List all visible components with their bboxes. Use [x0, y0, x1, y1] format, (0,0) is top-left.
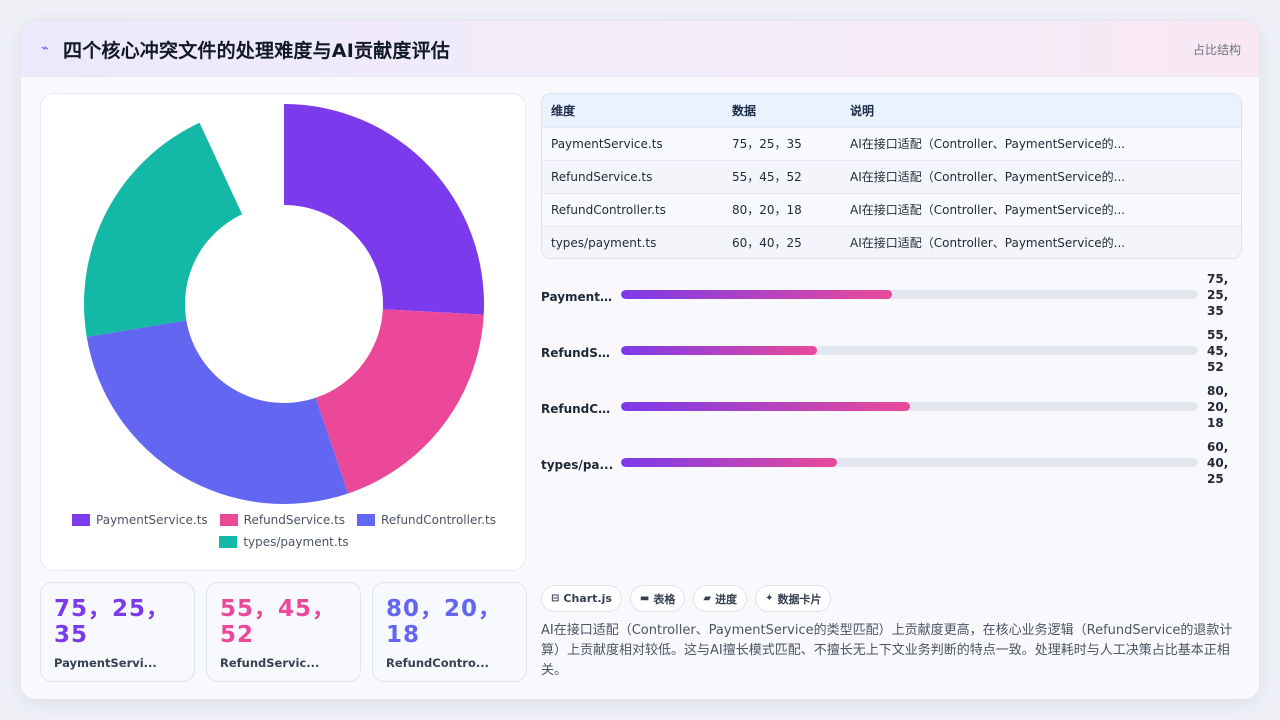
chart-type-badge: 占比结构	[1192, 43, 1241, 57]
bar-track	[621, 290, 1198, 299]
progress-icon: ▰	[703, 593, 712, 604]
table-row: types/payment.ts 60，40，25 AI在接口适配（Controll…	[542, 226, 1241, 258]
bar-fill	[621, 458, 838, 467]
stat-card: 75，25，35 PaymentServi...	[40, 582, 195, 682]
bar-fill	[621, 402, 910, 411]
bar-label: PaymentS...	[541, 290, 615, 304]
pie-slice-2[interactable]	[86, 320, 349, 504]
tag-label: 数据卡片	[777, 592, 822, 606]
sparkle-icon: ✦	[765, 593, 774, 604]
pie-slice-0[interactable]	[284, 104, 485, 315]
bar-value-label: 80, 20, 18	[1207, 384, 1229, 430]
table-row: RefundService.ts 55，45，52 AI在接口适配（Controll…	[542, 160, 1241, 193]
bar-row: RefundCo... 80, 20, 18	[541, 383, 1242, 439]
bar-label: RefundSe...	[541, 346, 615, 360]
tag-chart[interactable]: ⊟ Chart.js	[541, 585, 622, 612]
data-table: 维度 数据 说明 PaymentService.ts 75，25，35 AI在接口适…	[541, 93, 1242, 259]
tag-table[interactable]: ▬ 表格	[629, 585, 686, 612]
table-row: PaymentService.ts 75，25，35 AI在接口适配（Control…	[542, 127, 1241, 160]
table-cell-dimension: RefundController.ts	[551, 202, 666, 217]
stat-card: 55，45，52 RefundServic...	[206, 582, 361, 682]
table-cell-dimension: PaymentService.ts	[551, 136, 663, 151]
stat-label: RefundServic...	[220, 656, 320, 670]
doughnut-chart-panel: PaymentService.ts RefundService.ts RefundC…	[40, 93, 526, 571]
table-cell-data: 55，45，52	[732, 170, 802, 184]
legend-item[interactable]: RefundController.ts	[357, 512, 496, 528]
table-cell-description: AI在接口适配（Controller、PaymentService的...	[850, 236, 1126, 251]
tag-sparkle[interactable]: ✦ 数据卡片	[755, 585, 832, 612]
table-cell-description: AI在接口适配（Controller、PaymentService的...	[850, 203, 1126, 217]
tag-progress[interactable]: ▰ 进度	[693, 585, 748, 612]
table-row: RefundController.ts 80，20，18 AI在接口适配（Contr…	[542, 193, 1241, 226]
stat-value: 75，25，35	[54, 596, 171, 648]
bar-track	[621, 346, 1198, 355]
stat-value: 55，45，52	[220, 596, 337, 648]
pie-slice-1[interactable]	[315, 309, 484, 494]
bar-fill	[621, 290, 893, 299]
legend-swatch	[357, 514, 376, 526]
summary-text: AI在接口适配（Controller、PaymentService的类型匹配）上…	[541, 623, 1233, 678]
bar-value-label: 60, 40, 25	[1207, 440, 1229, 486]
table-cell-data: 80，20，18	[732, 203, 802, 217]
stat-cards: 75，25，35 PaymentServi... 55，45，52 RefundSer…	[40, 582, 527, 682]
page-title: 四个核心冲突文件的处理难度与AI贡献度评估	[63, 40, 450, 62]
main-card: ⌁ 四个核心冲突文件的处理难度与AI贡献度评估 占比结构 PaymentServ…	[20, 20, 1260, 700]
bar-row: types/pa... 60, 40, 25	[541, 439, 1242, 495]
legend-label: RefundController.ts	[381, 513, 496, 527]
stat-value: 80，20，18	[386, 596, 503, 648]
stat-label: RefundContro...	[386, 656, 489, 670]
legend-item[interactable]: types/payment.ts	[219, 534, 349, 550]
doughnut-chart	[84, 104, 485, 504]
chart-icon: ⊟	[551, 593, 560, 604]
bar-label: RefundCo...	[541, 402, 615, 416]
stat-label: PaymentServi...	[54, 656, 157, 670]
table-cell-dimension: RefundService.ts	[551, 169, 653, 184]
legend-label: RefundService.ts	[243, 513, 346, 527]
tag-label: 进度	[715, 592, 738, 606]
table-header-row: 维度 数据 说明	[542, 94, 1241, 127]
legend-swatch	[72, 514, 91, 526]
legend-item[interactable]: RefundService.ts	[219, 512, 346, 528]
table-cell-description: AI在接口适配（Controller、PaymentService的...	[850, 170, 1126, 184]
bar-value-label: 75, 25, 35	[1207, 272, 1229, 318]
bar-row: RefundSe... 55, 45, 52	[541, 327, 1242, 383]
table-header-dimension: 维度	[551, 103, 576, 118]
view-tags: ⊟ Chart.js ▬ 表格 ▰ 进度 ✦ 数据卡片	[541, 585, 832, 613]
legend-label: PaymentService.ts	[96, 513, 208, 527]
bar-row: PaymentS... 75, 25, 35	[541, 271, 1242, 327]
legend-swatch	[219, 514, 238, 526]
pie-slice-3[interactable]	[84, 122, 243, 337]
progress-bars: PaymentS... 75, 25, 35 RefundSe... 55, 45, …	[541, 271, 1242, 496]
bar-label: types/pa...	[541, 458, 614, 472]
legend-item[interactable]: PaymentService.ts	[72, 512, 208, 528]
bar-fill	[621, 346, 818, 355]
stat-card: 80，20，18 RefundContro...	[372, 582, 527, 682]
chart-legend: PaymentService.ts RefundService.ts RefundC…	[51, 512, 517, 550]
header: ⌁ 四个核心冲突文件的处理难度与AI贡献度评估 占比结构	[21, 21, 1259, 77]
table-cell-dimension: types/payment.ts	[551, 235, 657, 250]
bar-value-label: 55, 45, 52	[1207, 328, 1229, 374]
table-cell-description: AI在接口适配（Controller、PaymentService的...	[850, 137, 1126, 151]
legend-swatch	[219, 536, 238, 548]
tag-label: 表格	[653, 592, 676, 606]
bar-track	[621, 402, 1198, 411]
table-icon: ▬	[639, 593, 650, 604]
tag-label: Chart.js	[563, 592, 612, 605]
trend-icon: ⌁	[41, 41, 49, 56]
legend-label: types/payment.ts	[243, 535, 349, 549]
table-header-data: 数据	[732, 103, 757, 118]
table-header-description: 说明	[850, 103, 875, 118]
table-cell-data: 60，40，25	[732, 236, 802, 251]
table-cell-data: 75，25，35	[732, 137, 802, 151]
bar-track	[621, 458, 1198, 467]
